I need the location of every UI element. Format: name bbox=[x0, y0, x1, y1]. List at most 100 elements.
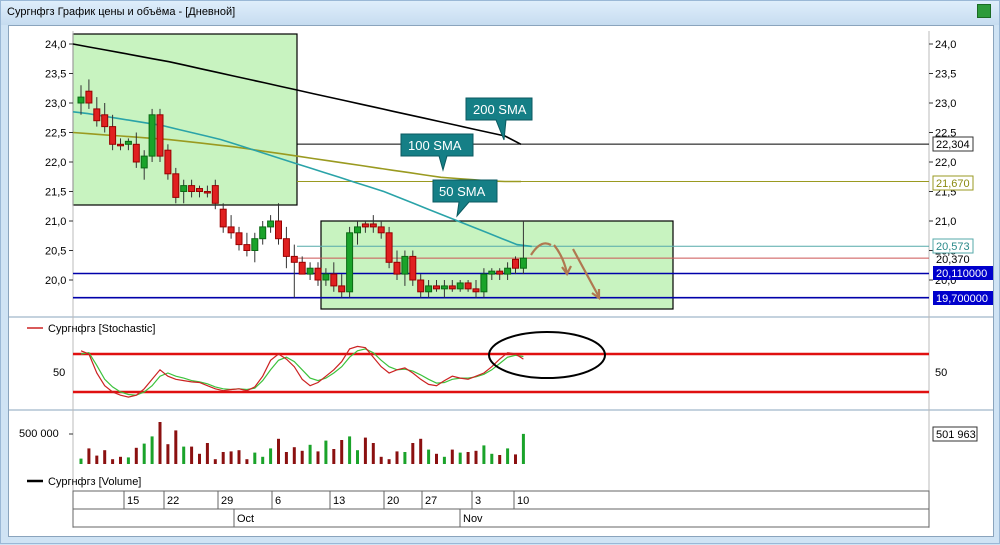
price-tick-left: 20,5 bbox=[45, 246, 66, 258]
candle-body bbox=[440, 285, 448, 290]
candle-body bbox=[180, 185, 188, 193]
volume-bar bbox=[514, 454, 517, 464]
volume-bar bbox=[340, 440, 344, 464]
price-tick-left: 22,5 bbox=[45, 128, 66, 140]
volume-bar bbox=[458, 452, 462, 464]
candle-body bbox=[338, 285, 346, 293]
highlight-box-right bbox=[320, 220, 674, 310]
volume-bar bbox=[134, 447, 138, 464]
price-tick-left: 22,0 bbox=[45, 157, 66, 169]
volume-bar bbox=[332, 449, 336, 464]
candle-body bbox=[385, 232, 393, 263]
volume-legend: Сургнфгз [Volume] bbox=[27, 476, 141, 488]
svg-text:200 SMA: 200 SMA bbox=[473, 102, 527, 117]
callout-200-sma: 200 SMA bbox=[465, 97, 533, 141]
svg-text:Сургнфгз [Volume]: Сургнфгз [Volume] bbox=[48, 476, 141, 488]
svg-text:100 SMA: 100 SMA bbox=[408, 138, 462, 153]
volume-bar bbox=[166, 444, 170, 464]
value-label-sma200: 22,304 bbox=[932, 136, 974, 152]
candle-body bbox=[314, 267, 322, 281]
volume-bar bbox=[277, 438, 280, 464]
volume-bar bbox=[119, 456, 122, 464]
volume-bar bbox=[316, 451, 320, 464]
volume-bar bbox=[190, 446, 194, 464]
price-tick-left: 24,0 bbox=[45, 39, 66, 51]
value-label-level-lower: 19,700000 bbox=[933, 291, 993, 305]
candle-body bbox=[172, 173, 180, 198]
volume-bar bbox=[245, 459, 249, 464]
candle-body bbox=[393, 261, 401, 275]
candle-body bbox=[117, 143, 124, 147]
value-label-sma50: 20,573 bbox=[932, 238, 974, 254]
candle-body bbox=[480, 273, 488, 293]
volume-last-label: 501 963 bbox=[932, 426, 978, 442]
svg-text:21,670: 21,670 bbox=[936, 178, 970, 190]
volume-bar bbox=[482, 445, 486, 464]
date-label: 10 bbox=[517, 495, 529, 507]
volume-bar bbox=[79, 458, 83, 464]
stoch-d-line bbox=[80, 348, 524, 396]
candle-body bbox=[519, 257, 527, 269]
candle-body bbox=[259, 226, 267, 240]
candle-body bbox=[227, 226, 235, 234]
price-tick-right: 23,0 bbox=[935, 98, 956, 110]
volume-bar bbox=[371, 443, 375, 464]
volume-bar bbox=[253, 452, 257, 464]
stoch-tick-right: 50 bbox=[935, 367, 947, 379]
date-label: 15 bbox=[127, 495, 139, 507]
volume-bar bbox=[442, 456, 446, 464]
volume-bar bbox=[403, 452, 407, 464]
price-tick-left: 23,0 bbox=[45, 98, 66, 110]
price-tick-right: 23,5 bbox=[935, 69, 956, 81]
volume-bar bbox=[490, 453, 494, 464]
stoch-legend: Сургнфгз [Stochastic] bbox=[27, 323, 155, 335]
candle-body bbox=[369, 223, 377, 228]
candle-body bbox=[203, 191, 211, 194]
candle-body bbox=[148, 114, 156, 157]
volume-bar bbox=[174, 430, 178, 464]
candle-body bbox=[275, 220, 282, 240]
date-label: 13 bbox=[333, 495, 345, 507]
callout-50-sma: 50 SMA bbox=[432, 179, 498, 218]
volume-bar bbox=[221, 452, 225, 464]
volume-bar bbox=[229, 451, 233, 464]
volume-bar bbox=[363, 437, 367, 464]
price-tick-left: 23,5 bbox=[45, 69, 66, 81]
date-label: 29 bbox=[221, 495, 233, 507]
volume-bar bbox=[213, 459, 217, 464]
volume-bar bbox=[435, 453, 438, 464]
candle-body bbox=[361, 223, 369, 228]
candle-body bbox=[354, 226, 361, 234]
volume-bar bbox=[419, 438, 423, 464]
price-tick-left: 20,0 bbox=[45, 275, 66, 287]
volume-bar bbox=[150, 436, 154, 464]
price-tick-right: 24,0 bbox=[935, 39, 956, 51]
candle-body bbox=[156, 114, 164, 157]
value-label-sma100: 21,670 bbox=[932, 175, 974, 191]
candle-body bbox=[425, 285, 433, 293]
candle-body bbox=[196, 188, 203, 193]
candle-body bbox=[164, 149, 172, 175]
svg-text:19,700000: 19,700000 bbox=[936, 293, 988, 305]
volume-bar bbox=[182, 446, 186, 464]
volume-bar bbox=[387, 459, 391, 464]
candle-body bbox=[401, 255, 409, 275]
volume-bar bbox=[521, 433, 525, 464]
svg-text:501 963: 501 963 bbox=[936, 429, 976, 441]
candle-body bbox=[456, 282, 464, 290]
volume-bar bbox=[142, 443, 146, 464]
volume-bar bbox=[356, 450, 359, 464]
date-label: 22 bbox=[167, 495, 179, 507]
chart-canvas[interactable]: 24,0 23,5 23,0 22,5 22,0 21,5 21,0 20,5 20,0 24,… bbox=[1, 1, 1000, 545]
volume-bar bbox=[111, 459, 115, 464]
volume-bar bbox=[395, 451, 399, 464]
price-tick-right: 21,0 bbox=[935, 216, 956, 228]
volume-bar bbox=[300, 450, 304, 464]
date-label: 20 bbox=[387, 495, 399, 507]
value-label-level-upper: 20,110000 bbox=[933, 266, 993, 280]
svg-text:Сургнфгз [Stochastic]: Сургнфгз [Stochastic] bbox=[48, 323, 155, 335]
candle-body bbox=[243, 244, 251, 252]
svg-text:50 SMA: 50 SMA bbox=[439, 184, 486, 199]
candle-body bbox=[448, 285, 456, 290]
candle-body bbox=[464, 282, 472, 290]
